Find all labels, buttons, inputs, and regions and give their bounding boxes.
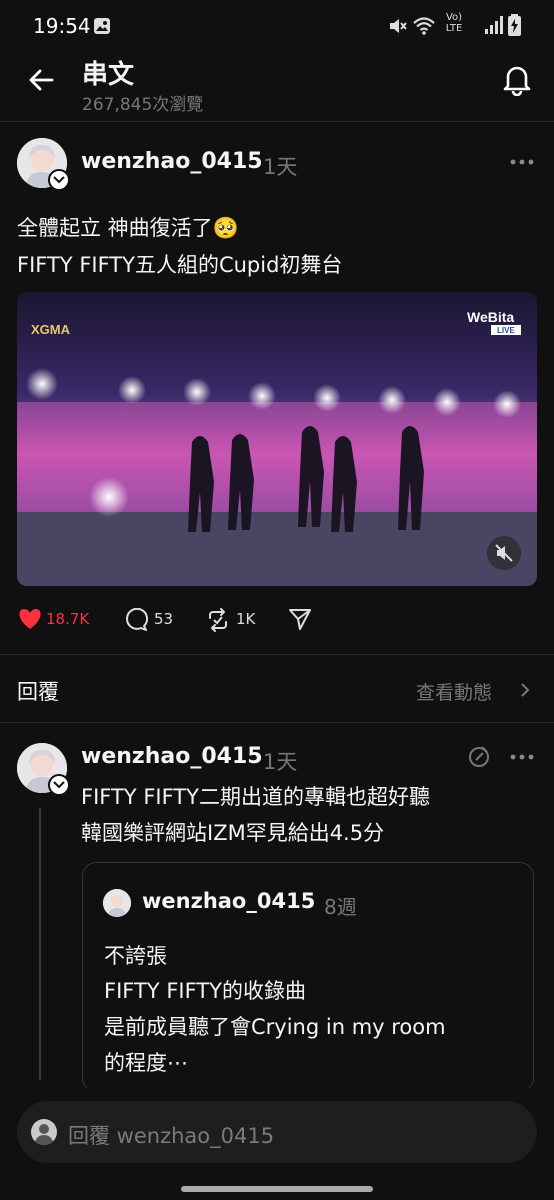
gallery-icon	[94, 18, 110, 34]
reply-text-line1: FIFTY FIFTY二期出道的專輯也超好聽	[81, 785, 430, 809]
like-count: 18.7K	[46, 610, 90, 628]
comment-icon[interactable]	[124, 608, 148, 632]
reply-username[interactable]: wenzhao_0415	[81, 744, 263, 769]
cell-signal-icon	[485, 16, 503, 34]
video-watermark-left: XGMA	[31, 322, 71, 337]
post-video[interactable]: XGMA WeBita LIVE	[17, 292, 537, 586]
see-activity-link[interactable]: 查看動態	[416, 678, 492, 705]
volume-off-icon	[495, 544, 513, 562]
reply-more-icon[interactable]	[510, 753, 534, 761]
avatar-photo-icon	[103, 889, 131, 917]
replies-title: 回覆	[17, 680, 59, 704]
reply-age: 1天	[263, 750, 298, 774]
repost-count: 1K	[236, 610, 256, 628]
video-watermark-right: WeBita	[467, 309, 514, 325]
page-title: 串文	[82, 60, 135, 90]
share-send-icon[interactable]	[288, 607, 312, 631]
reply-text-line2: 韓國樂評網站IZM罕見給出4.5分	[81, 821, 385, 845]
quoted-username: wenzhao_0415	[142, 889, 316, 913]
post-text-line1: 全體起立 神曲復活了🥺	[17, 216, 239, 240]
quoted-line4: 的程度⋯	[104, 1051, 188, 1075]
battery-charging-icon	[508, 14, 521, 36]
status-time: 19:54	[33, 14, 91, 38]
mute-video-button[interactable]	[487, 536, 521, 570]
post-age: 1天	[263, 155, 298, 179]
post-username[interactable]: wenzhao_0415	[81, 149, 263, 174]
comment-count: 53	[154, 610, 174, 628]
mute-icon	[390, 19, 407, 33]
back-arrow-icon[interactable]	[26, 64, 58, 96]
header-divider	[0, 121, 554, 122]
wifi-icon	[413, 17, 435, 35]
my-avatar	[31, 1119, 57, 1145]
user-icon	[34, 1124, 54, 1145]
like-heart-icon[interactable]	[17, 607, 43, 631]
status-bar: 19:54 Vo) LTE	[0, 0, 554, 52]
reply-follow-badge[interactable]	[48, 774, 70, 796]
video-live-badge: LIVE	[497, 326, 515, 335]
home-indicator[interactable]	[181, 1186, 373, 1192]
replies-divider	[0, 722, 554, 723]
view-count: 267,845次瀏覽	[82, 95, 204, 115]
chevron-right-icon[interactable]	[519, 682, 531, 698]
quoted-avatar	[103, 889, 131, 917]
volte-label: Vo) LTE	[445, 12, 463, 34]
edit-pen-icon[interactable]	[467, 745, 491, 769]
quoted-age: 8週	[324, 895, 357, 919]
screen: 19:54 Vo) LTE 串文 267,845次瀏覽 wenzhao_0415…	[0, 0, 554, 1200]
reply-placeholder: 回覆 wenzhao_0415	[68, 1124, 275, 1148]
quoted-post[interactable]: wenzhao_0415 8週 不誇張 FIFTY FIFTY的收錄曲 是前成員…	[82, 862, 534, 1092]
chevron-down-icon	[53, 176, 65, 184]
thread-line	[39, 808, 41, 1080]
chevron-down-icon	[53, 781, 65, 789]
concert-stage-image: XGMA WeBita LIVE	[17, 292, 537, 586]
repost-icon[interactable]	[205, 607, 231, 633]
post-more-icon[interactable]	[510, 158, 534, 166]
notification-bell-icon[interactable]	[500, 62, 534, 96]
follow-badge[interactable]	[48, 169, 70, 191]
quoted-line3: 是前成員聽了會Crying in my room	[104, 1015, 446, 1039]
actions-divider	[0, 654, 554, 655]
quoted-line1: 不誇張	[104, 944, 167, 968]
post-text-line2: FIFTY FIFTY五人組的Cupid初舞台	[17, 253, 343, 277]
quoted-line2: FIFTY FIFTY的收錄曲	[104, 979, 306, 1003]
